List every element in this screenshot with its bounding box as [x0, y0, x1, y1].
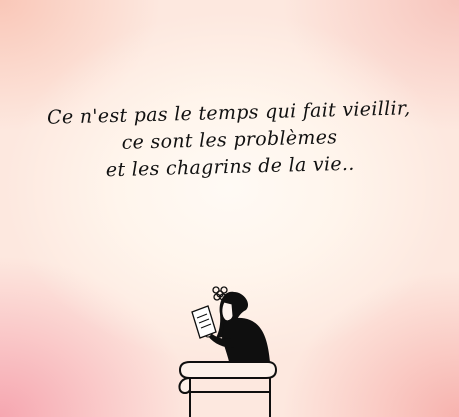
face [221, 301, 234, 322]
letter-icon [191, 305, 217, 339]
armchair [178, 361, 277, 417]
woman-reading-letter-icon [178, 286, 277, 417]
quote-text: Ce n'est pas le temps qui fait vieillir,… [0, 94, 459, 187]
